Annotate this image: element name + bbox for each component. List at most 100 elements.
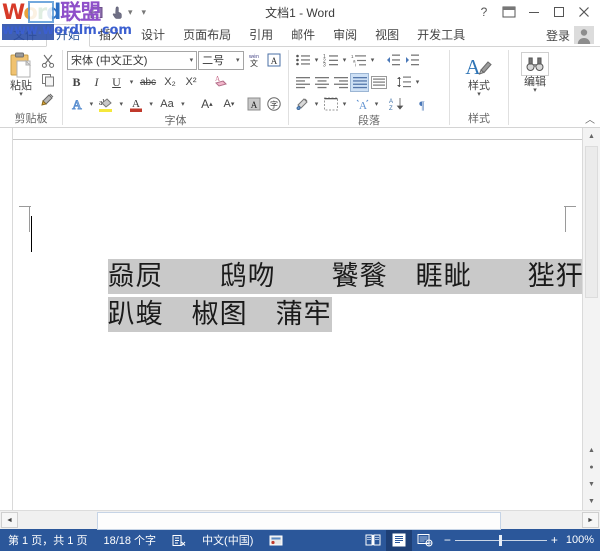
- next-page-icon[interactable]: ▼: [583, 476, 600, 493]
- clear-formatting-icon[interactable]: A: [208, 73, 234, 92]
- change-case-dropdown-icon[interactable]: ▾: [179, 100, 188, 108]
- zoom-level-label[interactable]: 100%: [562, 534, 594, 546]
- grow-font-button[interactable]: A▴: [196, 95, 217, 114]
- record-macro-icon[interactable]: [261, 529, 291, 551]
- zoom-in-button[interactable]: +: [551, 535, 558, 545]
- shrink-font-button[interactable]: A▾: [218, 95, 239, 114]
- ribbon-display-options-icon[interactable]: [497, 2, 521, 22]
- collapse-ribbon-icon[interactable]: ︿: [585, 111, 595, 126]
- scissors-icon[interactable]: [38, 52, 58, 70]
- shading-icon[interactable]: [293, 95, 312, 114]
- tab-references[interactable]: 引用: [240, 25, 282, 46]
- scroll-left-button[interactable]: ◄: [1, 512, 18, 528]
- format-painter-icon[interactable]: [38, 90, 58, 108]
- decrease-indent-icon[interactable]: [383, 51, 402, 70]
- character-border-icon[interactable]: A: [265, 51, 284, 70]
- strikethrough-button[interactable]: abc: [137, 73, 159, 92]
- font-color-icon[interactable]: A: [127, 95, 146, 114]
- paste-button[interactable]: 粘贴 ▾: [4, 50, 38, 98]
- text-effects-dropdown-icon[interactable]: ▾: [87, 100, 96, 108]
- bullet-list-dropdown-icon[interactable]: ▾: [312, 56, 321, 64]
- zoom-slider-knob[interactable]: [499, 535, 502, 546]
- tab-developer[interactable]: 开发工具: [408, 25, 474, 46]
- horizontal-scroll-thumb[interactable]: [97, 512, 501, 530]
- styles-dropdown-icon[interactable]: ▾: [477, 92, 481, 98]
- tab-insert[interactable]: 插入: [90, 25, 132, 46]
- proofing-errors-icon[interactable]: [164, 529, 194, 551]
- subscript-button[interactable]: X₂: [160, 73, 180, 92]
- help-icon[interactable]: ?: [472, 2, 496, 22]
- character-shading-icon[interactable]: A: [245, 95, 264, 114]
- tab-design[interactable]: 设计: [132, 25, 174, 46]
- numbered-list-dropdown-icon[interactable]: ▾: [340, 56, 349, 64]
- font-color-dropdown-icon[interactable]: ▾: [147, 100, 156, 108]
- tab-page-layout[interactable]: 页面布局: [174, 25, 240, 46]
- underline-button[interactable]: U: [107, 73, 126, 92]
- editing-button[interactable]: 编辑 ▾: [513, 50, 557, 94]
- minimize-icon[interactable]: [522, 2, 546, 22]
- phonetic-guide-icon[interactable]: wén文: [245, 51, 264, 70]
- align-center-icon[interactable]: [312, 73, 331, 92]
- borders-dropdown-icon[interactable]: ▾: [340, 100, 349, 108]
- superscript-button[interactable]: X²: [181, 73, 201, 92]
- line-spacing-dropdown-icon[interactable]: ▾: [413, 78, 422, 86]
- text-effects-icon[interactable]: A: [67, 95, 86, 114]
- borders-icon[interactable]: [321, 95, 340, 114]
- align-right-icon[interactable]: [331, 73, 350, 92]
- horizontal-scrollbar[interactable]: ◄ ►: [0, 510, 600, 529]
- multilevel-list-icon[interactable]: 1ai: [349, 51, 368, 70]
- account-avatar-icon[interactable]: [574, 26, 594, 44]
- text-highlight-icon[interactable]: ab: [97, 95, 116, 114]
- document-line-2[interactable]: 趴蝮 椒图 蒲牢: [31, 261, 332, 362]
- close-icon[interactable]: [572, 2, 596, 22]
- italic-button[interactable]: I: [87, 73, 106, 92]
- scroll-up-button[interactable]: ▲: [583, 128, 600, 145]
- font-name-dropdown-icon[interactable]: ▾: [187, 56, 197, 64]
- copy-icon[interactable]: [38, 71, 58, 89]
- underline-dropdown-icon[interactable]: ▾: [127, 78, 136, 86]
- paste-dropdown-icon[interactable]: ▾: [19, 92, 23, 98]
- paragraph-text-effect-icon[interactable]: A: [353, 95, 372, 114]
- font-size-combobox[interactable]: 二号 ▾: [198, 51, 243, 70]
- previous-page-icon[interactable]: ▲: [583, 442, 600, 459]
- increase-indent-icon[interactable]: [402, 51, 421, 70]
- tab-mailings[interactable]: 邮件: [282, 25, 324, 46]
- sign-in-link[interactable]: 登录: [546, 27, 570, 44]
- shading-dropdown-icon[interactable]: ▾: [312, 100, 321, 108]
- print-layout-icon[interactable]: [386, 529, 412, 551]
- maximize-icon[interactable]: [547, 2, 571, 22]
- vertical-scrollbar[interactable]: ▲ ▲ ● ▼ ▼: [582, 128, 600, 510]
- show-formatting-marks-icon[interactable]: ¶: [412, 95, 431, 114]
- multilevel-list-dropdown-icon[interactable]: ▾: [368, 56, 377, 64]
- tab-review[interactable]: 审阅: [324, 25, 366, 46]
- text-effect-dropdown-icon[interactable]: ▾: [372, 100, 381, 108]
- scroll-right-button[interactable]: ►: [582, 512, 599, 528]
- tab-view[interactable]: 视图: [366, 25, 408, 46]
- word-count-status[interactable]: 18/18 个字: [95, 529, 164, 551]
- vertical-scroll-thumb[interactable]: [585, 146, 598, 298]
- align-left-icon[interactable]: [293, 73, 312, 92]
- scroll-down-button[interactable]: ▼: [583, 493, 600, 510]
- editing-dropdown-icon[interactable]: ▾: [533, 88, 537, 94]
- distribute-icon[interactable]: [369, 73, 388, 92]
- zoom-out-button[interactable]: −: [444, 535, 451, 545]
- read-mode-icon[interactable]: [360, 529, 386, 551]
- bold-button[interactable]: B: [67, 73, 86, 92]
- web-layout-icon[interactable]: [412, 529, 438, 551]
- tab-home[interactable]: 开始: [46, 24, 90, 47]
- select-browse-object-icon[interactable]: ●: [583, 459, 600, 476]
- zoom-slider[interactable]: [455, 540, 547, 541]
- horizontal-scroll-track[interactable]: [19, 512, 581, 528]
- enclose-character-icon[interactable]: 字: [265, 95, 284, 114]
- line-spacing-icon[interactable]: [394, 73, 413, 92]
- bullet-list-icon[interactable]: [293, 51, 312, 70]
- font-name-combobox[interactable]: 宋体 (中文正文) ▾: [67, 51, 197, 70]
- numbered-list-icon[interactable]: 123: [321, 51, 340, 70]
- styles-button[interactable]: A 样式 ▾: [456, 50, 502, 98]
- zoom-control[interactable]: − + 100%: [438, 534, 600, 546]
- change-case-button[interactable]: Aa: [156, 95, 177, 114]
- document-page[interactable]: 赑屃 鸱吻 饕餮 睚眦 狴犴 狻猊 趴蝮 椒图 蒲牢: [12, 128, 583, 510]
- highlight-dropdown-icon[interactable]: ▾: [117, 100, 126, 108]
- tab-file[interactable]: 文件: [4, 25, 46, 46]
- justify-icon[interactable]: [350, 73, 369, 92]
